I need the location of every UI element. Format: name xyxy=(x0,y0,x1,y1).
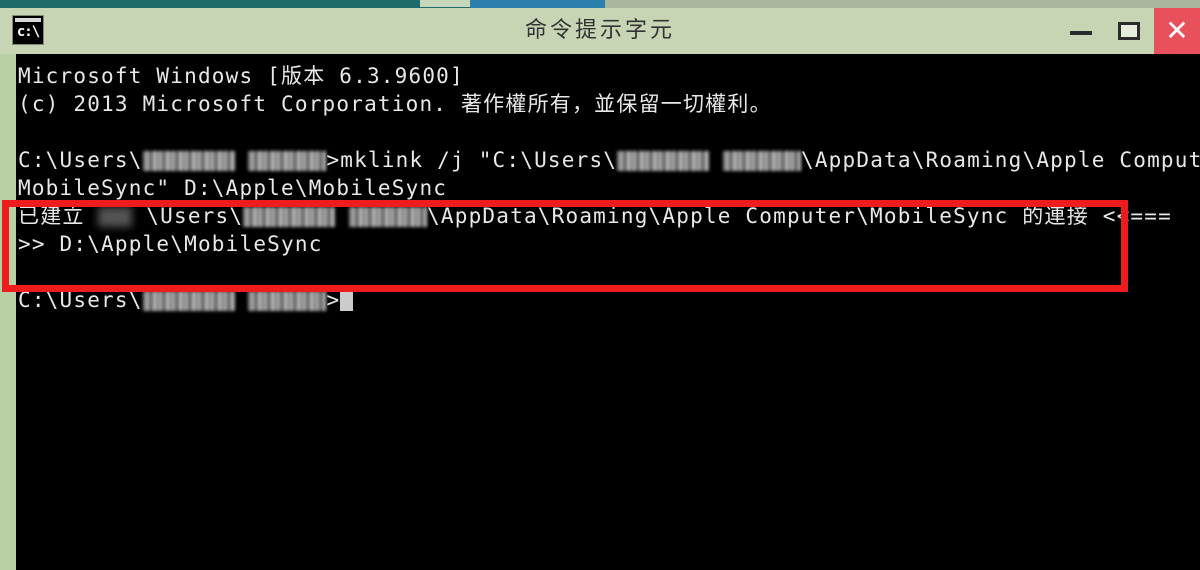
line-created: 已建立 \Users\ \AppData\Roaming\Apple Compu… xyxy=(18,202,1172,230)
line-copyright: (c) 2013 Microsoft Corporation. 著作權所有，並保… xyxy=(18,90,772,118)
window-left-edge xyxy=(0,54,16,570)
console-text: >> D:\Apple\MobileSync xyxy=(18,232,323,256)
console-text: >mklink /j "C:\Users\ xyxy=(326,148,618,172)
minimize-button[interactable] xyxy=(1058,8,1104,54)
text-cursor xyxy=(340,291,354,311)
redacted-username xyxy=(617,151,710,171)
line-blank-2 xyxy=(18,258,32,286)
redacted-username xyxy=(142,151,235,171)
console-text: \AppData\Roaming\Apple Computer\ xyxy=(801,148,1200,172)
redacted-username xyxy=(243,207,336,227)
console-text: \AppData\Roaming\Apple Computer\MobileSy… xyxy=(427,204,1172,228)
close-icon: ✕ xyxy=(1165,14,1189,47)
console-text: C:\Users\ xyxy=(18,288,143,312)
window-title-bar[interactable]: c:\ 命令提示字元 ✕ xyxy=(0,8,1200,54)
line-blank-1 xyxy=(18,118,32,146)
redacted-username xyxy=(248,151,327,171)
console-text: Microsoft Windows [版本 6.3.9600] xyxy=(18,64,464,88)
close-button[interactable]: ✕ xyxy=(1154,8,1200,54)
redacted-username xyxy=(349,207,428,227)
console-text: > xyxy=(326,288,341,312)
console-text: MobileSync" D:\Apple\MobileSync xyxy=(18,176,448,200)
redacted-username xyxy=(248,291,327,311)
screenshot-root: c:\ 命令提示字元 ✕ Microsoft Windows [版本 6.3.9… xyxy=(0,0,1200,570)
minimize-icon xyxy=(1070,31,1092,35)
console-output-area[interactable]: Microsoft Windows [版本 6.3.9600] (c) 2013 … xyxy=(16,54,1200,570)
redacted-username xyxy=(142,291,235,311)
window-title: 命令提示字元 xyxy=(524,18,675,43)
desktop-top-strip-notch xyxy=(420,0,470,7)
maximize-icon xyxy=(1118,22,1140,40)
line-command: C:\Users\ >mklink /j "C:\Users\ \AppData… xyxy=(18,146,1200,174)
line-target: >> D:\Apple\MobileSync xyxy=(18,230,323,258)
console-text: (c) 2013 Microsoft Corporation. 著作權所有，並保… xyxy=(18,92,772,116)
line-prompt: C:\Users\ > xyxy=(18,286,354,314)
console-text: \Users\ xyxy=(132,204,244,228)
console-text: 已建立 xyxy=(18,204,99,228)
desktop-top-strip-tail xyxy=(605,0,1200,8)
desktop-top-strip-segment xyxy=(470,0,605,8)
console-text: C:\Users\ xyxy=(18,148,143,172)
line-command-wrap: MobileSync" D:\Apple\MobileSync xyxy=(18,174,447,202)
redacted-username xyxy=(723,151,801,171)
line-version: Microsoft Windows [版本 6.3.9600] xyxy=(18,62,464,90)
redacted-username xyxy=(98,207,133,227)
maximize-button[interactable] xyxy=(1106,8,1152,54)
